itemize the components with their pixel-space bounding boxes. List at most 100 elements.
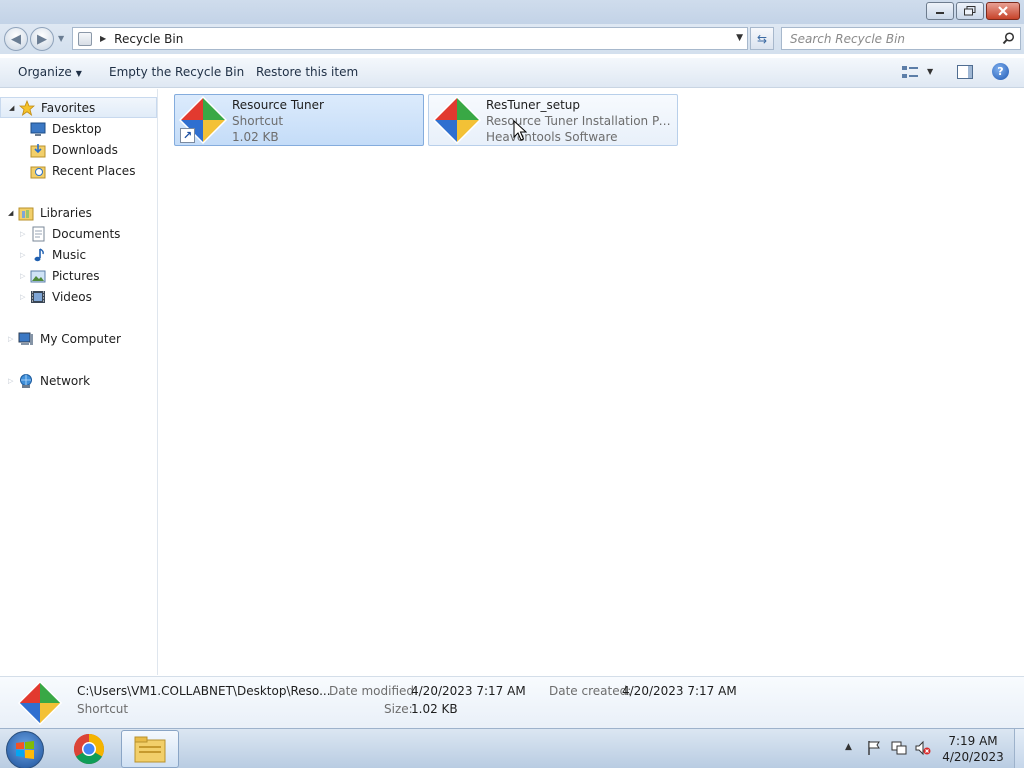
- sidebar-item-label: Pictures: [52, 268, 100, 283]
- expand-arrow-icon[interactable]: ▷: [20, 230, 30, 238]
- file-type: Shortcut: [232, 114, 284, 128]
- search-input[interactable]: Search Recycle Bin: [790, 32, 905, 46]
- videos-icon: [31, 290, 45, 303]
- search-icon[interactable]: [1002, 32, 1015, 45]
- breadcrumb-chevron-icon[interactable]: ▶: [100, 34, 106, 43]
- downloads-icon: [30, 143, 46, 157]
- sidebar-item-network[interactable]: ▷ Network: [0, 370, 157, 391]
- date-created-label: Date created:: [549, 684, 632, 698]
- desktop-icon: [30, 122, 46, 136]
- restore-item-button[interactable]: Restore this item: [256, 65, 358, 79]
- expand-arrow-icon[interactable]: ▷: [20, 293, 30, 301]
- start-button[interactable]: [6, 731, 44, 768]
- sidebar-item-downloads[interactable]: Downloads: [0, 139, 157, 160]
- file-name: ResTuner_setup: [486, 98, 581, 112]
- back-button[interactable]: ◀: [4, 27, 28, 51]
- expand-arrow-icon[interactable]: ▷: [20, 251, 30, 259]
- address-bar[interactable]: ▶ Recycle Bin ▼: [72, 27, 748, 50]
- sidebar-item-recent-places[interactable]: Recent Places: [0, 160, 157, 181]
- network-tray-icon[interactable]: [891, 740, 907, 756]
- date-created-value: 4/20/2023 7:17 AM: [622, 684, 737, 698]
- star-icon: [19, 99, 35, 116]
- size-label: Size:: [384, 702, 413, 716]
- sidebar-item-label: My Computer: [40, 331, 121, 346]
- sidebar-item-documents[interactable]: ▷ Documents: [0, 223, 157, 244]
- explorer-icon: [134, 736, 166, 763]
- restuner-setup-icon: [432, 95, 482, 145]
- file-item-text: Resource Tuner Shortcut 1.02 KB: [232, 97, 422, 145]
- organize-button[interactable]: Organize ▼: [18, 65, 82, 79]
- restore-button[interactable]: [956, 2, 984, 20]
- sidebar-item-label: Desktop: [52, 121, 102, 136]
- libraries-icon: [18, 207, 34, 220]
- search-box[interactable]: Search Recycle Bin: [781, 27, 1021, 50]
- size-value: 1.02 KB: [411, 702, 458, 716]
- pictures-icon: [30, 270, 46, 282]
- file-item-resource-tuner[interactable]: ↗ Resource Tuner Shortcut 1.02 KB: [174, 94, 424, 146]
- sidebar-item-label: Network: [40, 373, 91, 388]
- minimize-button[interactable]: [926, 2, 954, 20]
- sidebar-item-label: Favorites: [41, 100, 96, 115]
- title-bar: [0, 0, 1024, 24]
- help-icon[interactable]: ?: [992, 63, 1009, 80]
- close-icon: [998, 6, 1008, 16]
- sidebar-item-my-computer[interactable]: ▷ My Computer: [0, 328, 157, 349]
- command-bar: Organize ▼ Empty the Recycle Bin Restore …: [0, 58, 1024, 88]
- file-item-restuner-setup[interactable]: ResTuner_setup Resource Tuner Installati…: [428, 94, 678, 146]
- restore-icon: [964, 6, 976, 16]
- expand-arrow-icon[interactable]: ▷: [8, 377, 18, 385]
- expand-arrow-icon[interactable]: ▷: [8, 335, 18, 343]
- expand-arrow-icon[interactable]: ▷: [20, 272, 30, 280]
- recent-pages-dropdown[interactable]: ▼: [58, 34, 64, 43]
- music-icon: [34, 247, 44, 261]
- sidebar-item-favorites[interactable]: ◢ Favorites: [0, 97, 157, 118]
- resource-tuner-icon: [17, 680, 63, 726]
- show-desktop-button[interactable]: [1014, 729, 1024, 768]
- taskbar-explorer[interactable]: [121, 730, 179, 768]
- sidebar-item-libraries[interactable]: ◢ Libraries: [0, 202, 157, 223]
- details-type: Shortcut: [77, 702, 129, 716]
- sidebar-item-music[interactable]: ▷ Music: [0, 244, 157, 265]
- breadcrumb-recycle-bin[interactable]: Recycle Bin: [114, 32, 183, 46]
- sidebar-item-label: Videos: [52, 289, 92, 304]
- expand-arrow-icon[interactable]: ◢: [8, 209, 18, 217]
- documents-icon: [32, 226, 45, 241]
- preview-pane-icon[interactable]: [957, 65, 973, 79]
- shortcut-arrow-icon: ↗: [180, 128, 195, 143]
- chevron-down-icon: ▼: [75, 69, 82, 78]
- sidebar-item-videos[interactable]: ▷ Videos: [0, 286, 157, 307]
- taskbar: ▲ 7:19 AM 4/20/2023: [0, 728, 1024, 768]
- show-hidden-icons-button[interactable]: ▲: [845, 742, 852, 752]
- back-arrow-icon: ◀: [11, 31, 21, 47]
- file-name: Resource Tuner: [232, 98, 324, 112]
- file-list[interactable]: ↗ Resource Tuner Shortcut 1.02 KB ResTun…: [159, 89, 1024, 675]
- clock-date: 4/20/2023: [942, 750, 1004, 764]
- view-options-dropdown[interactable]: ▼: [927, 67, 933, 76]
- close-button[interactable]: [986, 2, 1020, 20]
- taskbar-chrome[interactable]: [60, 730, 118, 768]
- change-view-icon[interactable]: [902, 65, 918, 79]
- sidebar-item-label: Libraries: [40, 205, 92, 220]
- action-center-flag-icon[interactable]: [866, 740, 882, 756]
- system-clock[interactable]: 7:19 AM 4/20/2023: [940, 733, 1006, 765]
- volume-muted-icon[interactable]: [915, 740, 931, 756]
- organize-label: Organize: [18, 65, 72, 79]
- network-icon: [20, 373, 32, 388]
- sidebar-item-label: Documents: [52, 226, 121, 241]
- details-path: C:\Users\VM1.COLLABNET\Desktop\Reso...: [77, 684, 331, 698]
- empty-recycle-bin-button[interactable]: Empty the Recycle Bin: [109, 65, 244, 79]
- recycle-bin-icon: [78, 31, 92, 46]
- forward-button[interactable]: ▶: [30, 27, 54, 51]
- windows-logo-icon: [16, 741, 34, 759]
- address-dropdown[interactable]: ▼: [736, 33, 743, 43]
- resource-tuner-icon: ↗: [178, 95, 228, 145]
- computer-icon: [18, 332, 33, 345]
- address-row: ◀ ▶ ▼ ▶ Recycle Bin ▼ ⇆ Search Recycle B…: [0, 24, 1024, 54]
- sidebar-item-label: Recent Places: [52, 163, 136, 178]
- sidebar-item-pictures[interactable]: ▷ Pictures: [0, 265, 157, 286]
- refresh-button[interactable]: ⇆: [750, 27, 774, 50]
- sidebar-item-desktop[interactable]: Desktop: [0, 118, 157, 139]
- details-pane: C:\Users\VM1.COLLABNET\Desktop\Reso... S…: [0, 676, 1024, 728]
- expand-arrow-icon[interactable]: ◢: [9, 104, 19, 112]
- sidebar-item-label: Downloads: [52, 142, 118, 157]
